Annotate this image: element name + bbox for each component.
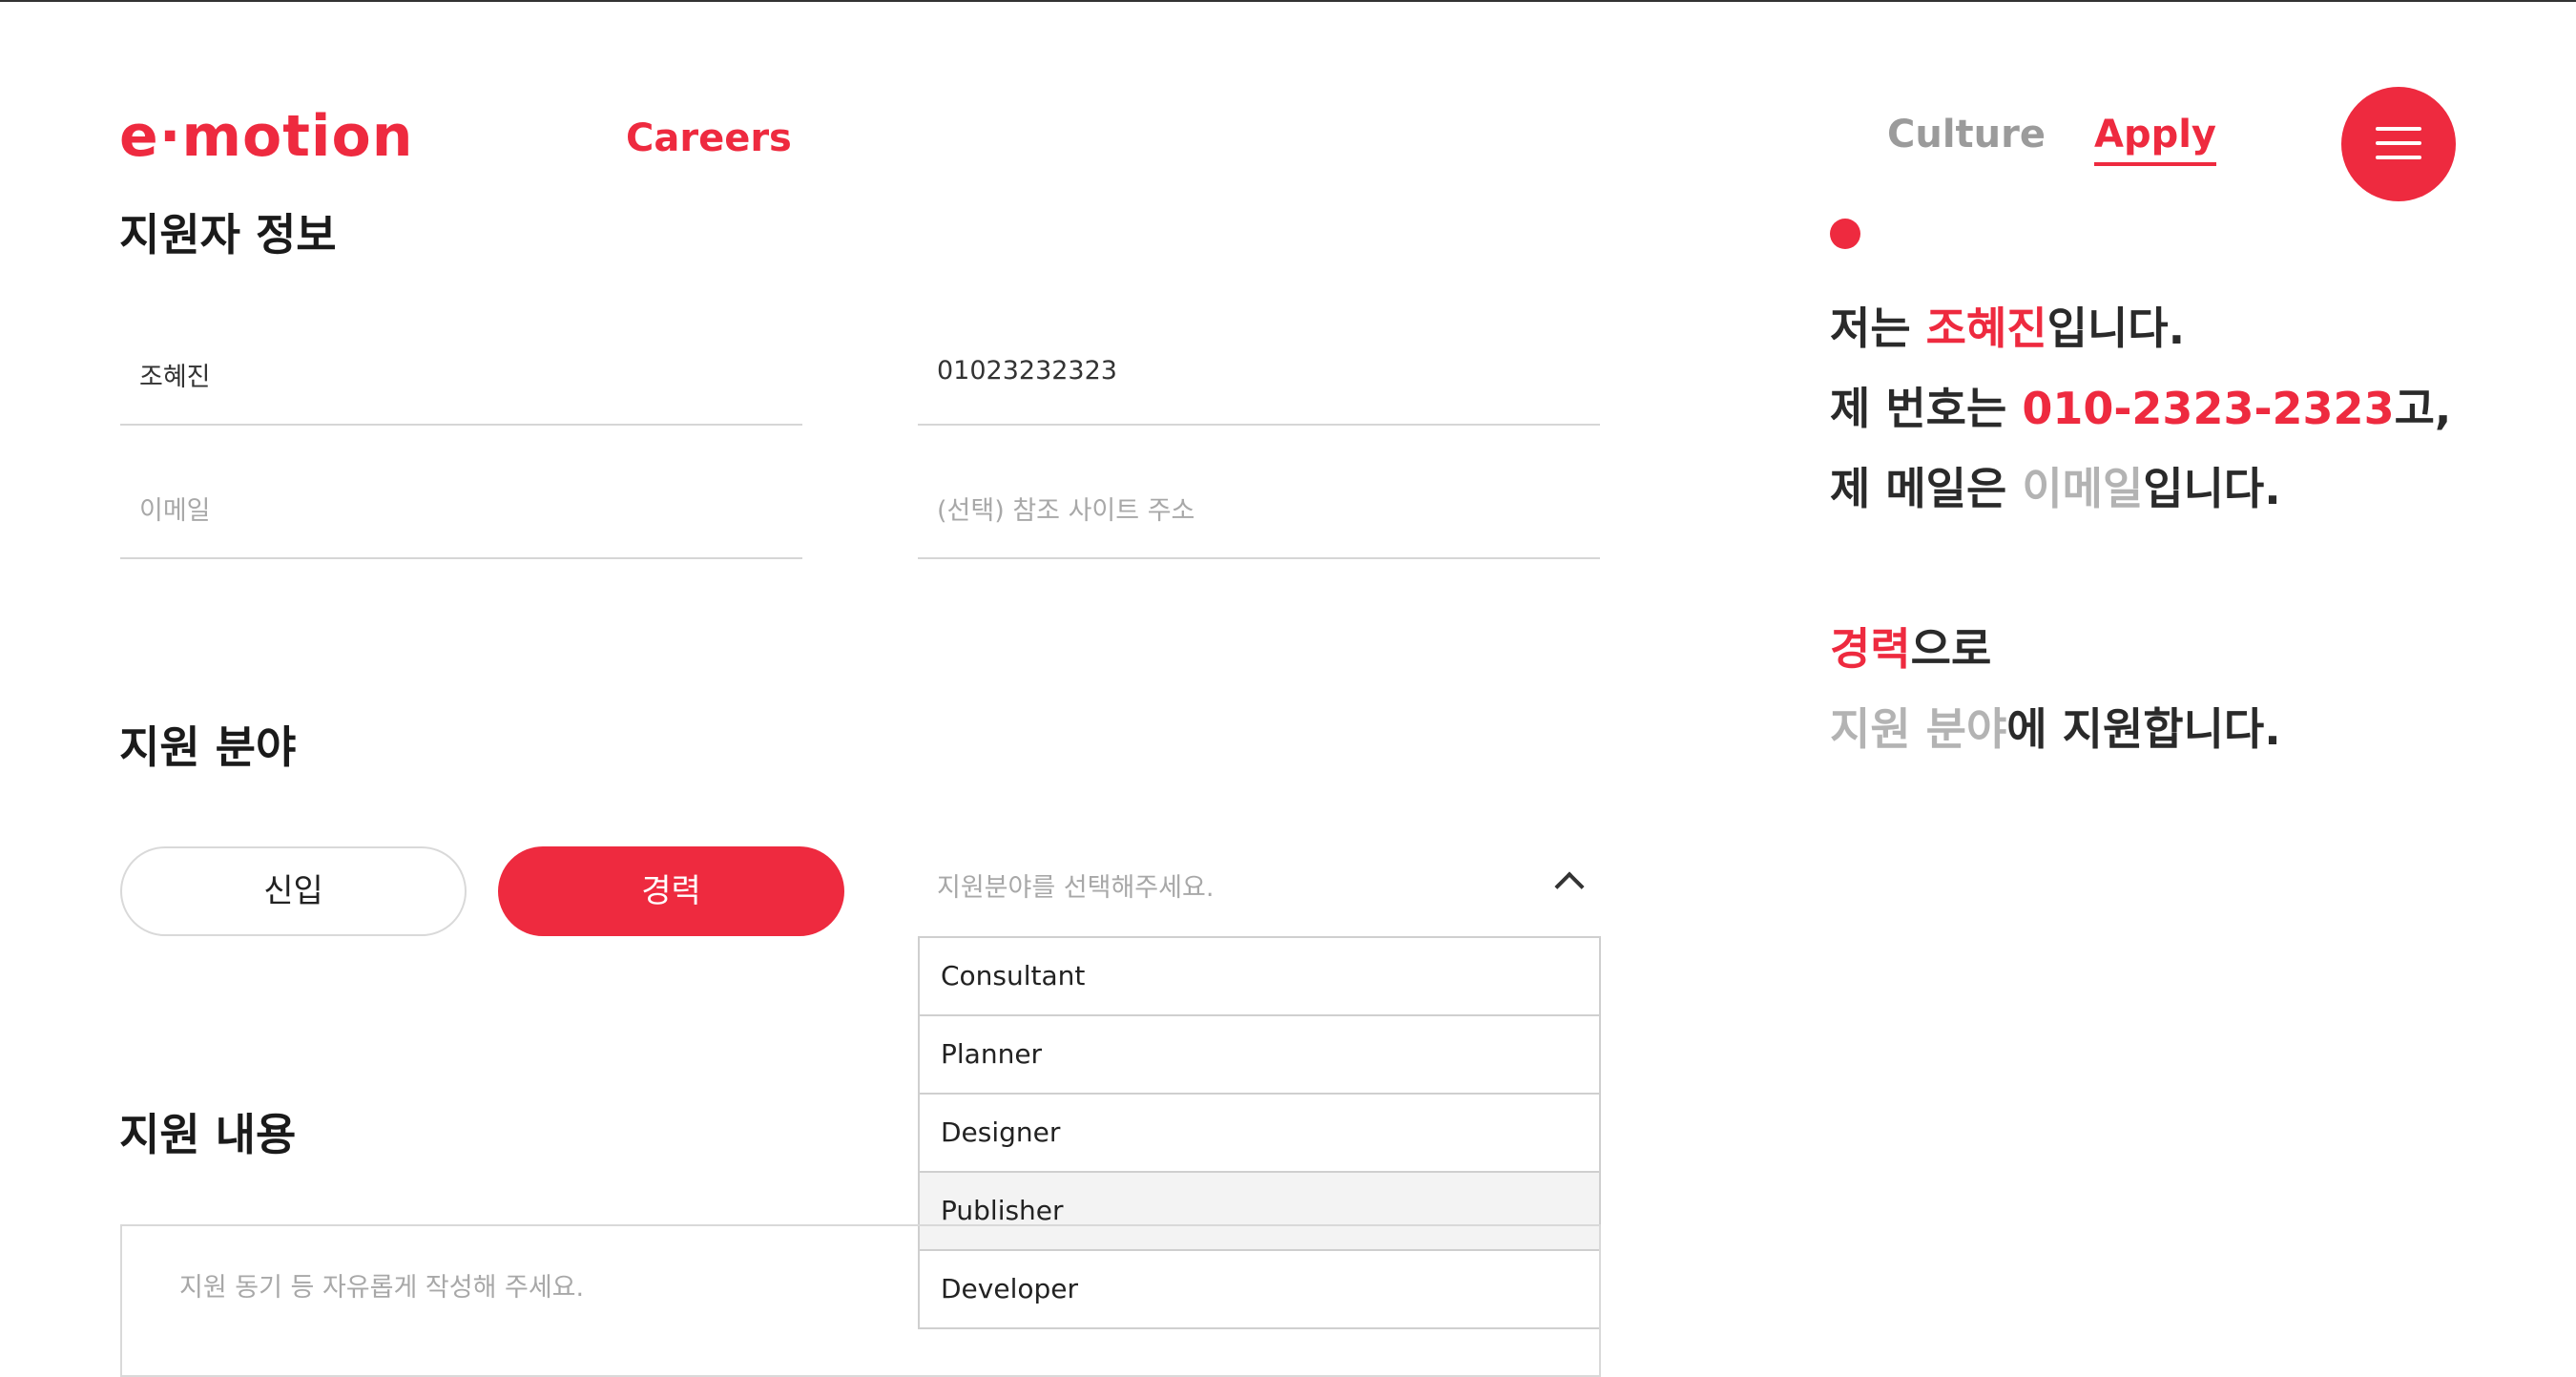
field-select-placeholder: 지원분야를 선택해주세요.: [937, 873, 1215, 903]
summary-email: 이메일: [2022, 463, 2144, 514]
content-placeholder: 지원 동기 등 자유롭게 작성해 주세요.: [179, 1273, 585, 1303]
name-value: 조혜진: [139, 363, 211, 392]
chevron-up-icon: [1554, 871, 1585, 902]
name-field[interactable]: 조혜진: [120, 313, 802, 426]
hamburger-icon: [2376, 156, 2421, 159]
nav-apply[interactable]: Apply: [2094, 113, 2217, 166]
indicator-dot: [1830, 219, 1860, 249]
field-section-title: 지원 분야: [119, 721, 297, 773]
summary-line-field: 지원 분야에 지원합니다.: [1830, 703, 2281, 755]
top-border: [0, 0, 2576, 2]
email-field[interactable]: 이메일: [120, 447, 802, 559]
option-designer[interactable]: Designer: [920, 1095, 1599, 1173]
summary-field: 지원 분야: [1830, 703, 2007, 755]
option-planner[interactable]: Planner: [920, 1016, 1599, 1095]
site-url-field[interactable]: (선택) 참조 사이트 주소: [918, 447, 1600, 559]
experienced-button[interactable]: 경력: [498, 846, 844, 936]
new-grad-button[interactable]: 신입: [120, 846, 467, 936]
phone-value: 01023232323: [937, 356, 1117, 386]
summary-line-email: 제 메일은 이메일입니다.: [1830, 463, 2281, 514]
summary-phone: 010-2323-2323: [2022, 383, 2395, 434]
email-placeholder: 이메일: [139, 496, 211, 526]
nav-culture[interactable]: Culture: [1887, 113, 2046, 156]
content-textarea[interactable]: 지원 동기 등 자유롭게 작성해 주세요.: [120, 1224, 1601, 1377]
summary-name: 조혜진: [1925, 303, 2047, 354]
summary-line-name: 저는 조혜진입니다.: [1830, 303, 2186, 354]
hamburger-icon: [2376, 127, 2421, 131]
menu-button[interactable]: [2341, 87, 2456, 201]
field-select[interactable]: 지원분야를 선택해주세요.: [918, 840, 1601, 935]
phone-field[interactable]: 01023232323: [918, 313, 1600, 426]
summary-type: 경력: [1830, 623, 1911, 675]
hamburger-icon: [2376, 141, 2421, 145]
summary-line-phone: 제 번호는 010-2323-2323고,: [1830, 383, 2452, 434]
content-section-title: 지원 내용: [119, 1109, 297, 1160]
nav-careers[interactable]: Careers: [626, 116, 792, 160]
applicant-section-title: 지원자 정보: [119, 209, 337, 261]
logo[interactable]: e·motion: [119, 103, 413, 170]
summary-line-type: 경력으로: [1830, 623, 1992, 675]
site-url-placeholder: (선택) 참조 사이트 주소: [937, 496, 1195, 526]
option-consultant[interactable]: Consultant: [920, 938, 1599, 1016]
